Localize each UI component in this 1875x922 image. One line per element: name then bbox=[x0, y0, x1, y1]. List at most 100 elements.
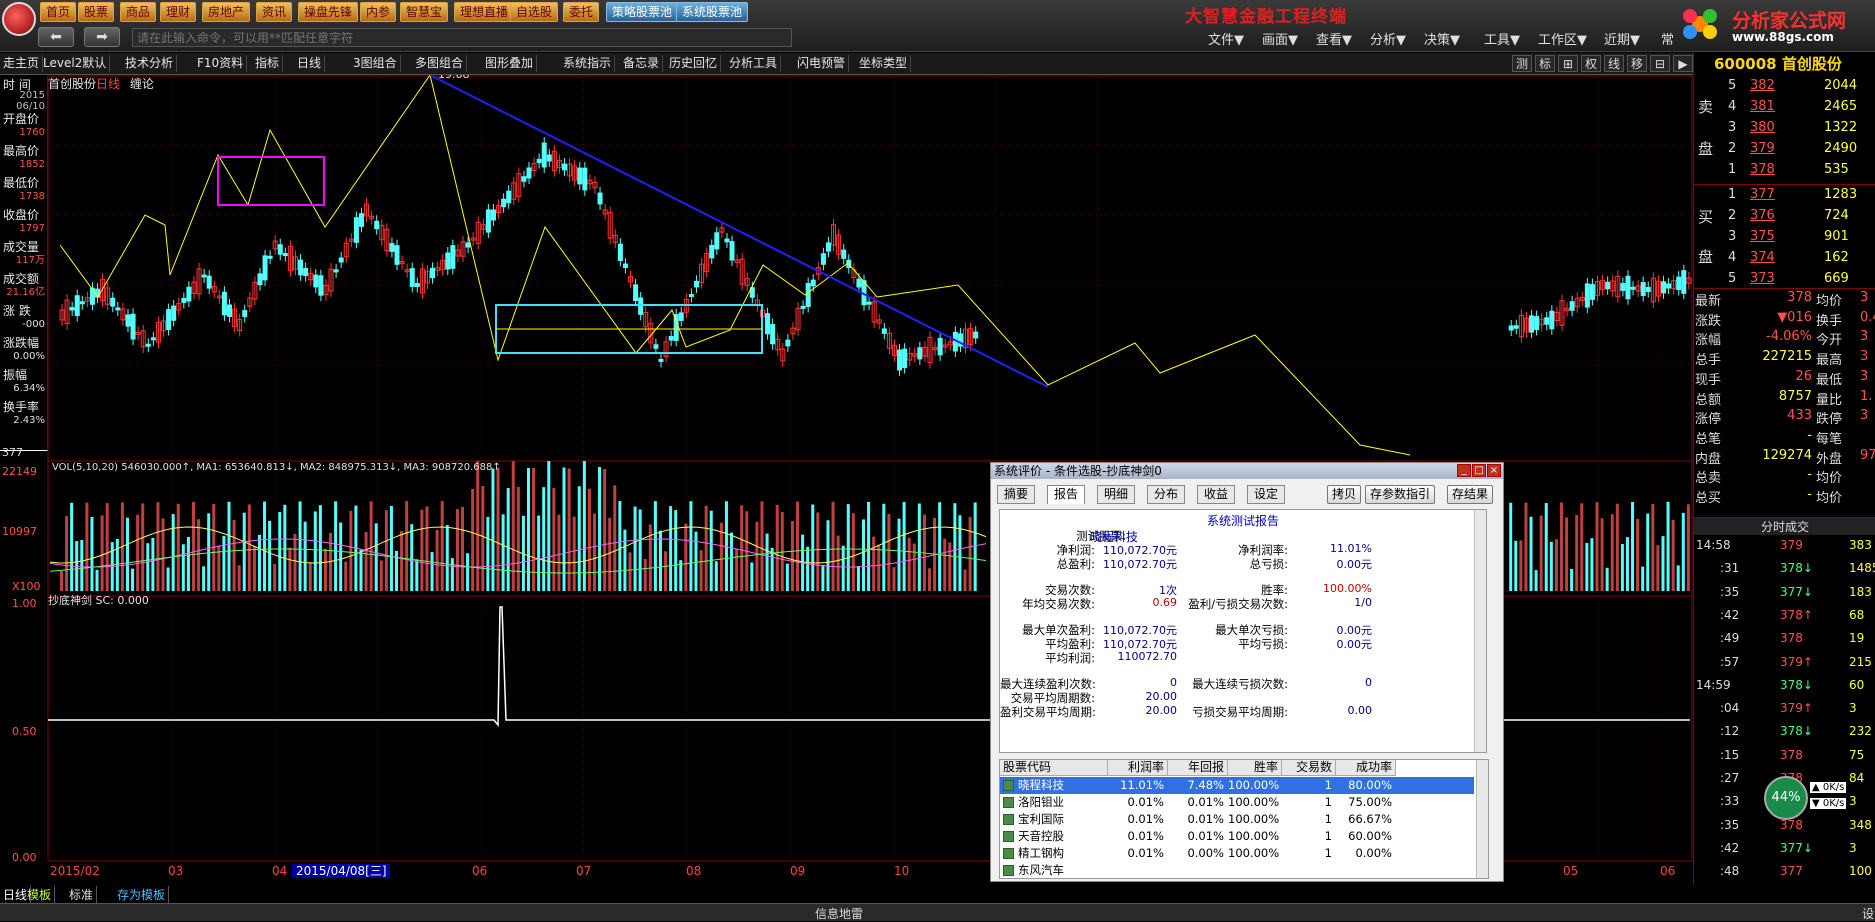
dialog-tab-0[interactable]: 摘要 bbox=[997, 485, 1036, 504]
toolbar-icon-5[interactable]: 移 bbox=[1627, 55, 1647, 72]
marker-star-13: * bbox=[486, 75, 491, 78]
nav-1[interactable]: 股票 bbox=[78, 2, 115, 22]
menu-5[interactable]: 工具▼ bbox=[1484, 29, 1520, 48]
net-down: ▼ 0K/s bbox=[1810, 798, 1847, 809]
toolbar-item-4[interactable]: 指标 bbox=[252, 55, 284, 72]
nav-7[interactable]: 内参 bbox=[360, 2, 397, 22]
menu-2[interactable]: 查看▼ bbox=[1316, 29, 1352, 48]
results-scrollbar[interactable] bbox=[1476, 760, 1488, 878]
quote-label-0: 最新 bbox=[1695, 294, 1722, 309]
maximize-button[interactable]: □ bbox=[1472, 464, 1486, 477]
report-scrollbar[interactable] bbox=[1474, 510, 1486, 752]
tick-vol-8: 232 bbox=[1849, 724, 1872, 739]
menu-6[interactable]: 工作区▼ bbox=[1538, 29, 1587, 48]
toolbar-item-12[interactable]: 分析工具 bbox=[726, 55, 782, 72]
results-header-4[interactable]: 交易数 bbox=[1282, 760, 1336, 776]
menu-7[interactable]: 近期▼ bbox=[1604, 29, 1640, 48]
toolbar-item-2[interactable]: 技术分析 bbox=[122, 55, 178, 72]
nav-8[interactable]: 智慧宝 bbox=[400, 2, 449, 22]
volume-bar-57 bbox=[349, 510, 353, 591]
toolbar-item-9[interactable]: 系统指示 bbox=[560, 55, 616, 72]
toolbar-icon-3[interactable]: 权 bbox=[1581, 55, 1601, 72]
results-cell-3-3: 100.00% bbox=[1228, 829, 1280, 843]
nav2-0[interactable]: 策略股票池 bbox=[606, 2, 679, 22]
tick-vol-6: 60 bbox=[1849, 677, 1865, 692]
results-header-1[interactable]: 利润率 bbox=[1108, 760, 1168, 776]
dialog-button-2[interactable]: 存结果 bbox=[1447, 485, 1494, 504]
nav-10[interactable]: 自选股 bbox=[510, 2, 559, 22]
toolbar-item-10[interactable]: 备忘录 bbox=[620, 55, 664, 72]
nav-6[interactable]: 操盘先锋 bbox=[298, 2, 359, 22]
toolbar-item-13[interactable]: 闪电预警 bbox=[794, 55, 850, 72]
menu-4[interactable]: 决策▼ bbox=[1424, 29, 1460, 48]
volume-bar-35 bbox=[237, 565, 241, 591]
dialog-button-0[interactable]: 拷贝 bbox=[1327, 485, 1362, 504]
menu-3[interactable]: 分析▼ bbox=[1370, 29, 1406, 48]
report-label2-5: 平均亏损: bbox=[1238, 637, 1288, 651]
toolbar-icon-4[interactable]: 线 bbox=[1604, 55, 1624, 72]
nav-5[interactable]: 资讯 bbox=[256, 2, 293, 22]
toolbar-icon-0[interactable]: 测 bbox=[1512, 55, 1532, 72]
dialog-tab-2[interactable]: 明细 bbox=[1097, 485, 1136, 504]
candle-body-117 bbox=[653, 344, 659, 349]
nav-4[interactable]: 房地产 bbox=[202, 2, 251, 22]
bottom-tab-2[interactable]: 标准 bbox=[66, 886, 98, 903]
menu-1[interactable]: 画面▼ bbox=[1262, 29, 1298, 48]
buy-level-4: 5 bbox=[1728, 271, 1737, 286]
nav-0[interactable]: 首页 bbox=[40, 2, 77, 22]
toolbar-icon-6[interactable]: ⊟ bbox=[1650, 55, 1670, 72]
forward-button[interactable]: ➡ bbox=[84, 27, 120, 47]
volume-bar-1 bbox=[65, 516, 69, 591]
toolbar-icon-2[interactable]: ⊞ bbox=[1558, 55, 1578, 72]
dialog-tab-3[interactable]: 分布 bbox=[1147, 485, 1186, 504]
volume-bar-201 bbox=[1580, 503, 1584, 591]
toolbar-item-3[interactable]: F10资料 bbox=[194, 55, 248, 72]
candle-body-84 bbox=[485, 209, 491, 233]
settings-button[interactable]: 设 bbox=[1862, 905, 1874, 922]
menu-8[interactable]: 常 bbox=[1661, 29, 1674, 48]
bottom-tab-1[interactable]: 模板 bbox=[24, 886, 56, 903]
results-header-3[interactable]: 胜率 bbox=[1228, 760, 1282, 776]
nav2-1[interactable]: 系统股票池 bbox=[676, 2, 749, 22]
marker-star-12: * bbox=[480, 75, 485, 78]
bottom-tab-3[interactable]: 存为模板 bbox=[114, 886, 170, 903]
results-header-5[interactable]: 成功率 bbox=[1336, 760, 1396, 776]
close-button[interactable]: × bbox=[1487, 464, 1501, 477]
sell-label-top: 卖 bbox=[1698, 98, 1714, 116]
toolbar-item-11[interactable]: 历史回忆 bbox=[666, 55, 722, 72]
dialog-button-1[interactable]: 存参数指引 bbox=[1365, 485, 1436, 504]
toolbar-item-8[interactable]: 图形叠加 bbox=[482, 55, 538, 72]
ticks-header[interactable]: 分时成交 bbox=[1694, 517, 1875, 535]
nav-2[interactable]: 商品 bbox=[120, 2, 157, 22]
candle-body-33 bbox=[227, 304, 233, 317]
high-label: 19.68 bbox=[438, 75, 470, 81]
dialog-tab-5[interactable]: 设定 bbox=[1247, 485, 1286, 504]
toolbar-item-0[interactable]: 走主页 bbox=[0, 55, 44, 72]
volume-bar-28 bbox=[202, 566, 206, 591]
buy-level-1: 2 bbox=[1728, 208, 1737, 223]
nav-3[interactable]: 理财 bbox=[160, 2, 197, 22]
dialog-tab-1[interactable]: 报告 bbox=[1047, 485, 1086, 504]
dialog-tab-4[interactable]: 收益 bbox=[1197, 485, 1236, 504]
toolbar-item-5[interactable]: 日线 bbox=[294, 55, 326, 72]
toolbar-item-6[interactable]: 3图组合 bbox=[350, 55, 401, 72]
nav-9[interactable]: 理想直播 bbox=[454, 2, 515, 22]
results-header-0[interactable]: 股票代码 bbox=[1000, 760, 1108, 776]
candle-body-92 bbox=[526, 167, 532, 179]
toolbar-icon-1[interactable]: 标 bbox=[1535, 55, 1555, 72]
minimize-button[interactable]: _ bbox=[1457, 464, 1471, 477]
toolbar-item-14[interactable]: 坐标类型 bbox=[856, 55, 912, 72]
nav-11[interactable]: 委托 bbox=[563, 2, 600, 22]
toolbar-icon-7[interactable]: ▶ bbox=[1673, 55, 1693, 72]
back-button[interactable]: ⬅ bbox=[38, 27, 74, 47]
toolbar-item-7[interactable]: 多图组合 bbox=[412, 55, 468, 72]
buy-price-4: 373 bbox=[1750, 271, 1775, 286]
toolbar-item-1[interactable]: Level2默认 bbox=[40, 55, 111, 72]
volume-bar-212 bbox=[1636, 519, 1640, 591]
menu-0[interactable]: 文件▼ bbox=[1208, 29, 1244, 48]
candle-body-99 bbox=[562, 163, 568, 171]
results-header-2[interactable]: 年回报 bbox=[1168, 760, 1228, 776]
volume-bar-190 bbox=[1524, 502, 1528, 591]
volume-bar-56 bbox=[344, 561, 348, 591]
command-input[interactable] bbox=[132, 28, 792, 47]
